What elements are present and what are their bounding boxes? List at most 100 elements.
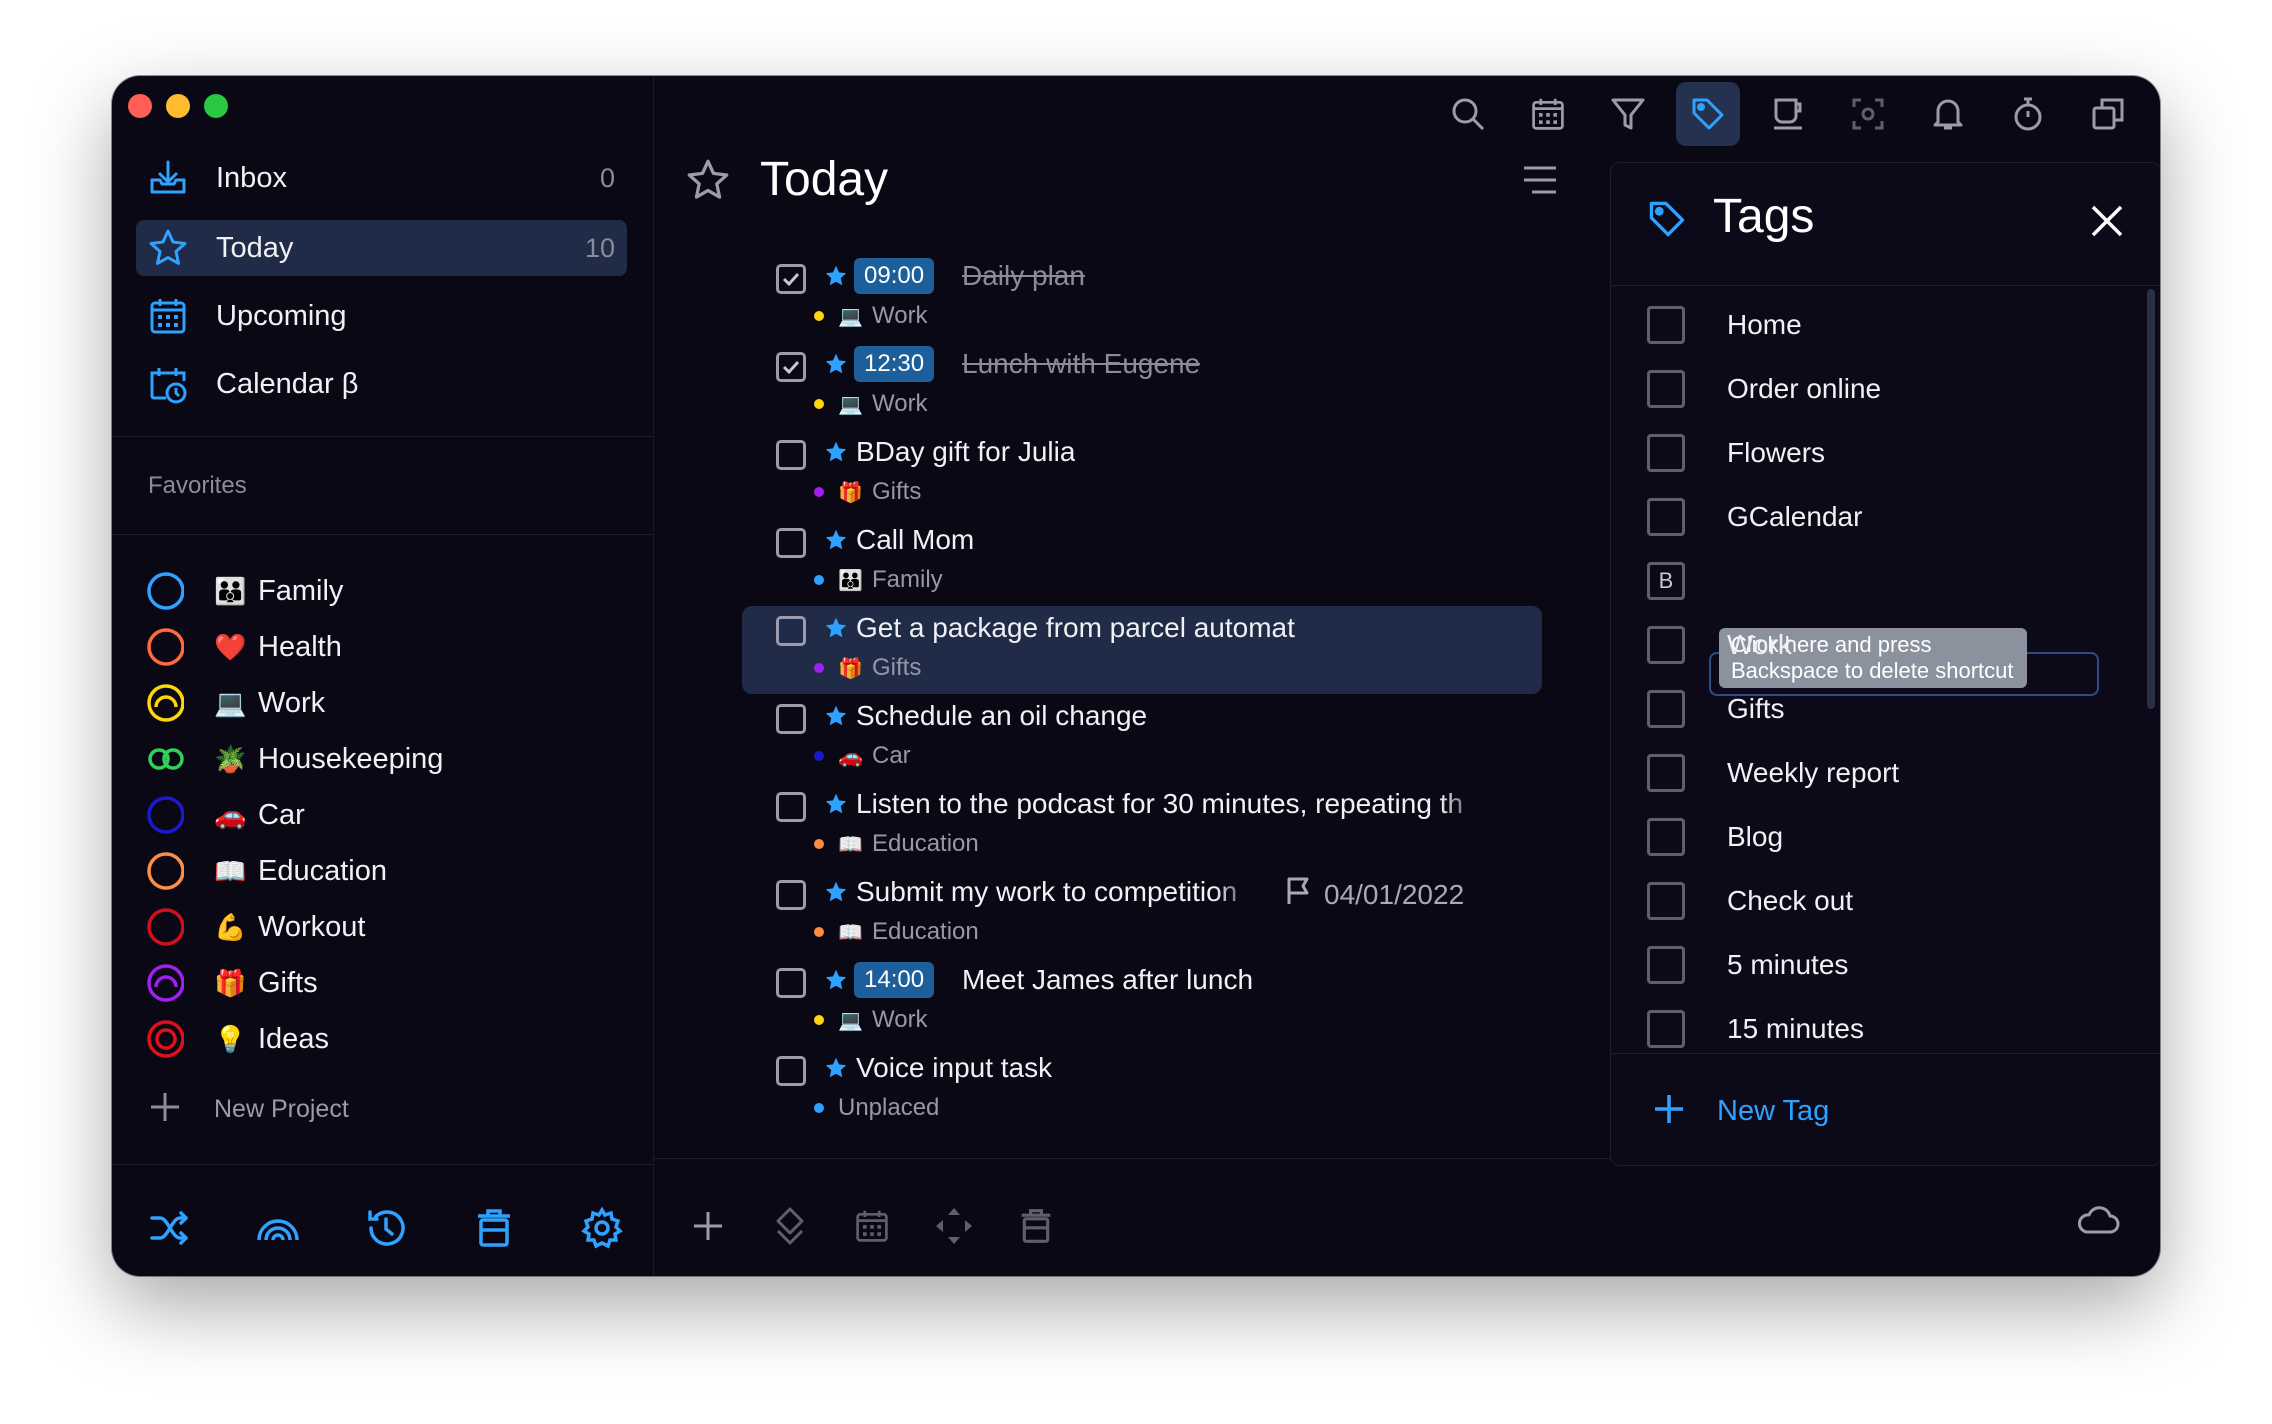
- tag-item[interactable]: Gifts: [1647, 687, 1785, 731]
- tag-item[interactable]: Work: [1647, 623, 1792, 667]
- project-housekeeping[interactable]: 🪴 Housekeeping: [146, 734, 443, 784]
- rainbow-icon[interactable]: [252, 1202, 304, 1254]
- list-menu-icon[interactable]: [1520, 160, 1560, 205]
- project-workout[interactable]: 💪 Workout: [146, 902, 365, 952]
- task-row[interactable]: 14:00 Meet James after lunch 💻 Work: [752, 958, 1552, 1046]
- time-badge: 09:00: [854, 258, 935, 294]
- task-title: Daily plan: [962, 260, 1085, 291]
- new-project-button[interactable]: New Project: [146, 1088, 349, 1131]
- sidebar-item-upcoming[interactable]: Upcoming: [136, 288, 627, 344]
- tag-item[interactable]: 15 minutes: [1647, 1007, 1864, 1051]
- cloud-sync-icon[interactable]: [2076, 1204, 2120, 1241]
- calendar-grid-icon[interactable]: [846, 1200, 898, 1252]
- tag-item[interactable]: Check out: [1647, 879, 1853, 923]
- sidebar-item-inbox[interactable]: Inbox 0: [136, 150, 627, 206]
- car-emoji-icon: 🚗: [214, 799, 247, 830]
- task-row[interactable]: 12:30 Lunch with Eugene 💻 Work: [752, 342, 1552, 430]
- tag-item[interactable]: 5 minutes: [1647, 943, 1848, 987]
- task-checkbox[interactable]: [776, 616, 806, 646]
- tag-checkbox[interactable]: [1647, 690, 1685, 728]
- tag-item[interactable]: Flowers: [1647, 431, 1825, 475]
- star-icon: [824, 616, 848, 645]
- calendar-grid-icon[interactable]: [1516, 82, 1580, 146]
- tag-checkbox[interactable]: [1647, 754, 1685, 792]
- task-checkbox[interactable]: [776, 968, 806, 998]
- tag-item[interactable]: Home: [1647, 303, 1802, 347]
- task-checkbox[interactable]: [776, 1056, 806, 1086]
- search-icon[interactable]: [1436, 82, 1500, 146]
- project-color-dot: [814, 487, 824, 497]
- book-emoji-icon: 📖: [214, 855, 247, 886]
- star-icon: [824, 528, 848, 557]
- task-row[interactable]: Voice input task Unplaced: [752, 1046, 1552, 1134]
- timer-icon[interactable]: [1996, 82, 2060, 146]
- task-row[interactable]: Schedule an oil change 🚗 Car: [752, 694, 1552, 782]
- trash-icon[interactable]: [468, 1202, 520, 1254]
- task-checkbox[interactable]: [776, 704, 806, 734]
- trash-icon[interactable]: [1010, 1200, 1062, 1252]
- task-checkbox[interactable]: [776, 528, 806, 558]
- tag-shortcut-key[interactable]: B: [1647, 562, 1685, 600]
- move-icon[interactable]: [764, 1200, 816, 1252]
- project-gifts[interactable]: 🎁 Gifts: [146, 958, 318, 1008]
- filter-icon[interactable]: [1596, 82, 1660, 146]
- favorite-list-star-icon[interactable]: [686, 158, 730, 207]
- tag-checkbox[interactable]: [1647, 626, 1685, 664]
- task-row[interactable]: Listen to the podcast for 30 minutes, re…: [752, 782, 1552, 870]
- tag-checkbox[interactable]: [1647, 882, 1685, 920]
- coffee-icon[interactable]: [1756, 82, 1820, 146]
- task-row[interactable]: BDay gift for Julia 🎁 Gifts: [752, 430, 1552, 518]
- project-work[interactable]: 💻 Work: [146, 678, 325, 728]
- tag-item[interactable]: Order online: [1647, 367, 1881, 411]
- history-icon[interactable]: [360, 1202, 412, 1254]
- project-education[interactable]: 📖 Education: [146, 846, 387, 896]
- star-icon: [824, 968, 848, 997]
- focus-icon[interactable]: [1836, 82, 1900, 146]
- page-title: Today: [760, 153, 889, 206]
- arrows-icon[interactable]: [928, 1200, 980, 1252]
- close-icon[interactable]: [2087, 201, 2127, 246]
- calendar-clock-icon: [146, 362, 190, 406]
- task-checkbox[interactable]: [776, 264, 806, 294]
- sidebar-item-today[interactable]: Today 10: [136, 220, 627, 276]
- settings-icon[interactable]: [576, 1202, 628, 1254]
- tag-checkbox[interactable]: [1647, 818, 1685, 856]
- tag-checkbox[interactable]: [1647, 306, 1685, 344]
- task-title: Voice input task: [856, 1052, 1053, 1083]
- tag-checkbox[interactable]: [1647, 370, 1685, 408]
- tag-label: Gifts: [1727, 693, 1785, 724]
- project-car[interactable]: 🚗 Car: [146, 790, 305, 840]
- item-count: 0: [599, 162, 615, 193]
- tag-item[interactable]: Weekly report: [1647, 751, 1899, 795]
- tag-checkbox[interactable]: [1647, 1010, 1685, 1048]
- tag-checkbox[interactable]: [1647, 946, 1685, 984]
- project-label: Ideas: [258, 1022, 329, 1055]
- add-icon[interactable]: [682, 1200, 734, 1252]
- task-checkbox[interactable]: [776, 880, 806, 910]
- tag-checkbox[interactable]: [1647, 434, 1685, 472]
- shuffle-icon[interactable]: [144, 1202, 196, 1254]
- task-row[interactable]: Submit my work to competition 04/01/2022…: [752, 870, 1552, 958]
- tag-icon[interactable]: [1676, 82, 1740, 146]
- task-row[interactable]: Call Mom 👪 Family: [752, 518, 1552, 606]
- task-row[interactable]: 09:00 Daily plan 💻 Work: [752, 254, 1552, 342]
- task-checkbox[interactable]: [776, 352, 806, 382]
- divider: [1611, 1053, 2160, 1054]
- new-tag-button[interactable]: New Tag: [1651, 1091, 1829, 1132]
- tag-checkbox[interactable]: [1647, 498, 1685, 536]
- tag-item[interactable]: Blog: [1647, 815, 1783, 859]
- task-row-selected[interactable]: Get a package from parcel automat 🎁 Gift…: [742, 606, 1542, 694]
- project-family[interactable]: 👪 Family: [146, 566, 343, 616]
- task-checkbox[interactable]: [776, 440, 806, 470]
- copy-icon[interactable]: [2076, 82, 2140, 146]
- scrollbar[interactable]: [2147, 289, 2155, 709]
- tag-item-editing[interactable]: B: [1647, 559, 1685, 603]
- task-checkbox[interactable]: [776, 792, 806, 822]
- project-ideas[interactable]: 💡 Ideas: [146, 1014, 329, 1064]
- tag-item[interactable]: GCalendar: [1647, 495, 1862, 539]
- family-emoji-icon: 👪: [838, 569, 863, 592]
- bell-icon[interactable]: [1916, 82, 1980, 146]
- sidebar-item-calendar[interactable]: Calendar β: [136, 356, 627, 412]
- project-health[interactable]: ❤️ Health: [146, 622, 342, 672]
- tags-title: Tags: [1713, 190, 1815, 243]
